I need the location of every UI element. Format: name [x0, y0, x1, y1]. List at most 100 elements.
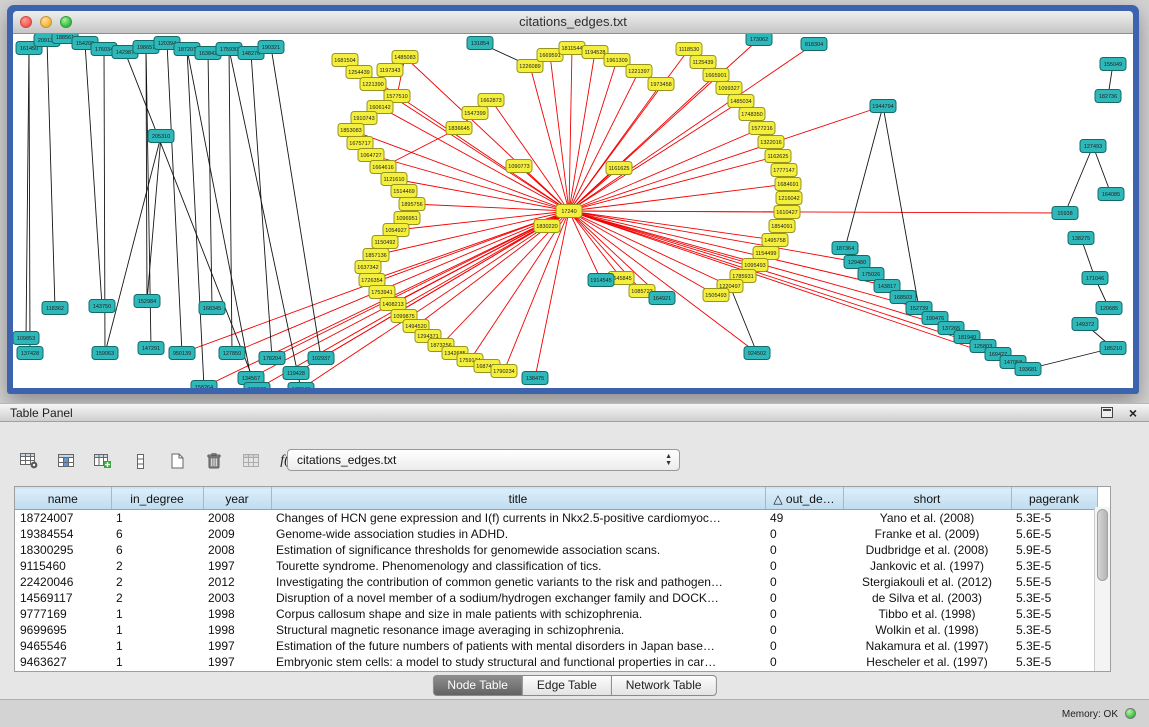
graph-edge[interactable]: [301, 211, 569, 388]
graph-edge[interactable]: [569, 48, 572, 211]
table-cell[interactable]: Embryonic stem cells: a model to study s…: [271, 654, 765, 670]
graph-edge[interactable]: [251, 53, 272, 358]
table-cell[interactable]: 0: [765, 606, 843, 622]
table-cell[interactable]: 19384554: [15, 526, 111, 542]
graph-node[interactable]: 1054927: [383, 224, 409, 237]
graph-node[interactable]: 1505493: [703, 289, 729, 302]
table-cell[interactable]: 2012: [203, 574, 271, 590]
table-cell[interactable]: Franke et al. (2009): [843, 526, 1011, 542]
graph-node[interactable]: 118362: [42, 302, 68, 315]
table-cell[interactable]: 5.3E-5: [1011, 654, 1097, 670]
graph-edge[interactable]: [26, 48, 29, 338]
table-row[interactable]: 969969511998Structural magnetic resonanc…: [15, 622, 1097, 638]
table-cell[interactable]: 2009: [203, 526, 271, 542]
graph-edge[interactable]: [321, 211, 569, 358]
graph-node[interactable]: 818304: [801, 38, 827, 51]
graph-edge[interactable]: [29, 48, 30, 353]
graph-node[interactable]: 1944794: [870, 100, 896, 113]
table-cell[interactable]: 22420046: [15, 574, 111, 590]
graph-node[interactable]: 1684691: [775, 178, 801, 191]
table-cell[interactable]: 2008: [203, 542, 271, 558]
graph-node[interactable]: 1664616: [370, 161, 396, 174]
network-canvas[interactable]: 1724016815041254439122139011973431485083…: [13, 34, 1133, 388]
table-cell[interactable]: 1997: [203, 638, 271, 654]
graph-node[interactable]: 15938: [1052, 207, 1078, 220]
graph-node[interactable]: 178204: [259, 352, 285, 365]
graph-node[interactable]: 1118530: [676, 43, 702, 56]
graph-edge[interactable]: [569, 128, 762, 211]
table-cell[interactable]: 9463627: [15, 654, 111, 670]
table-cell[interactable]: 2: [111, 590, 203, 606]
tab-network-table[interactable]: Network Table: [612, 675, 717, 696]
table-row[interactable]: 1456911722003Disruption of a novel membe…: [15, 590, 1097, 606]
zoom-button[interactable]: [60, 16, 72, 28]
table-cell[interactable]: Tourette syndrome. Phenomenology and cla…: [271, 558, 765, 574]
table-cell[interactable]: 1: [111, 638, 203, 654]
graph-node[interactable]: 1162625: [765, 150, 791, 163]
graph-node[interactable]: 152984: [134, 295, 160, 308]
graph-node[interactable]: 155049: [1100, 58, 1126, 71]
table-options-icon[interactable]: [16, 449, 42, 473]
graph-edge[interactable]: [105, 136, 161, 353]
graph-node[interactable]: 119428: [283, 367, 309, 380]
row-icon[interactable]: [127, 449, 153, 473]
table-cell[interactable]: Tibbo et al. (1998): [843, 606, 1011, 622]
graph-node[interactable]: 1322016: [758, 136, 784, 149]
table-cell[interactable]: 0: [765, 526, 843, 542]
table-cell[interactable]: 18300295: [15, 542, 111, 558]
graph-node[interactable]: 1216042: [776, 192, 802, 205]
graph-node[interactable]: 1221390: [360, 78, 386, 91]
table-row[interactable]: 946362711997Embryonic stem cells: a mode…: [15, 654, 1097, 670]
graph-edge[interactable]: [569, 101, 741, 211]
network-graph[interactable]: 1724016815041254439122139011973431485083…: [13, 34, 1133, 388]
edit-table-icon[interactable]: [90, 449, 116, 473]
table-cell[interactable]: 1997: [203, 558, 271, 574]
table-cell[interactable]: 2008: [203, 510, 271, 526]
graph-node[interactable]: 1973458: [648, 78, 674, 91]
graph-node[interactable]: 1726354: [359, 274, 385, 287]
graph-node[interactable]: 190321: [258, 41, 284, 54]
graph-edge[interactable]: [569, 211, 1065, 213]
tab-edge-table[interactable]: Edge Table: [523, 675, 612, 696]
graph-node[interactable]: 1154499: [753, 247, 779, 260]
graph-node[interactable]: 1161625: [606, 162, 632, 175]
graph-node[interactable]: 120685: [1096, 302, 1122, 315]
scrollbar-thumb[interactable]: [1097, 509, 1108, 581]
graph-edge[interactable]: [569, 39, 759, 211]
table-cell[interactable]: 1: [111, 622, 203, 638]
graph-node[interactable]: 102937: [308, 352, 334, 365]
graph-node[interactable]: 1853083: [338, 124, 364, 137]
graph-node[interactable]: 1675717: [347, 137, 373, 150]
table-cell[interactable]: 0: [765, 638, 843, 654]
table-row[interactable]: 2242004622012Investigating the contribut…: [15, 574, 1097, 590]
table-cell[interactable]: Genome-wide association studies in ADHD.: [271, 526, 765, 542]
graph-node[interactable]: 1090773: [506, 160, 532, 173]
graph-edge[interactable]: [47, 40, 55, 308]
graph-node[interactable]: 168345: [199, 302, 225, 315]
graph-node[interactable]: 138275: [1068, 232, 1094, 245]
table-cell[interactable]: 2003: [203, 590, 271, 606]
table-cell[interactable]: 0: [765, 590, 843, 606]
graph-node[interactable]: 1221397: [626, 65, 652, 78]
column-header-4[interactable]: title: [271, 488, 765, 510]
graph-node[interactable]: 171046: [1082, 272, 1108, 285]
graph-node[interactable]: 175026: [858, 268, 884, 281]
table-cell[interactable]: 5.3E-5: [1011, 558, 1097, 574]
table-cell[interactable]: 1: [111, 654, 203, 670]
graph-node[interactable]: 1914545: [588, 274, 614, 287]
graph-node[interactable]: 109853: [13, 332, 39, 345]
table-cell[interactable]: Investigating the contribution of common…: [271, 574, 765, 590]
column-header-2[interactable]: in_degree: [111, 488, 203, 510]
table-cell[interactable]: 9465546: [15, 638, 111, 654]
graph-node[interactable]: 1895756: [399, 198, 425, 211]
table-cell[interactable]: 6: [111, 526, 203, 542]
graph-node[interactable]: 186502: [244, 383, 270, 389]
column-header-7[interactable]: pagerank: [1011, 488, 1097, 510]
graph-edge[interactable]: [229, 49, 301, 388]
graph-node[interactable]: 1748350: [739, 108, 765, 121]
graph-edge[interactable]: [251, 211, 569, 378]
graph-node[interactable]: 1150492: [372, 236, 398, 249]
graph-node[interactable]: 1681504: [332, 54, 358, 67]
graph-node[interactable]: 131854: [467, 37, 493, 50]
table-cell[interactable]: 5.3E-5: [1011, 606, 1097, 622]
